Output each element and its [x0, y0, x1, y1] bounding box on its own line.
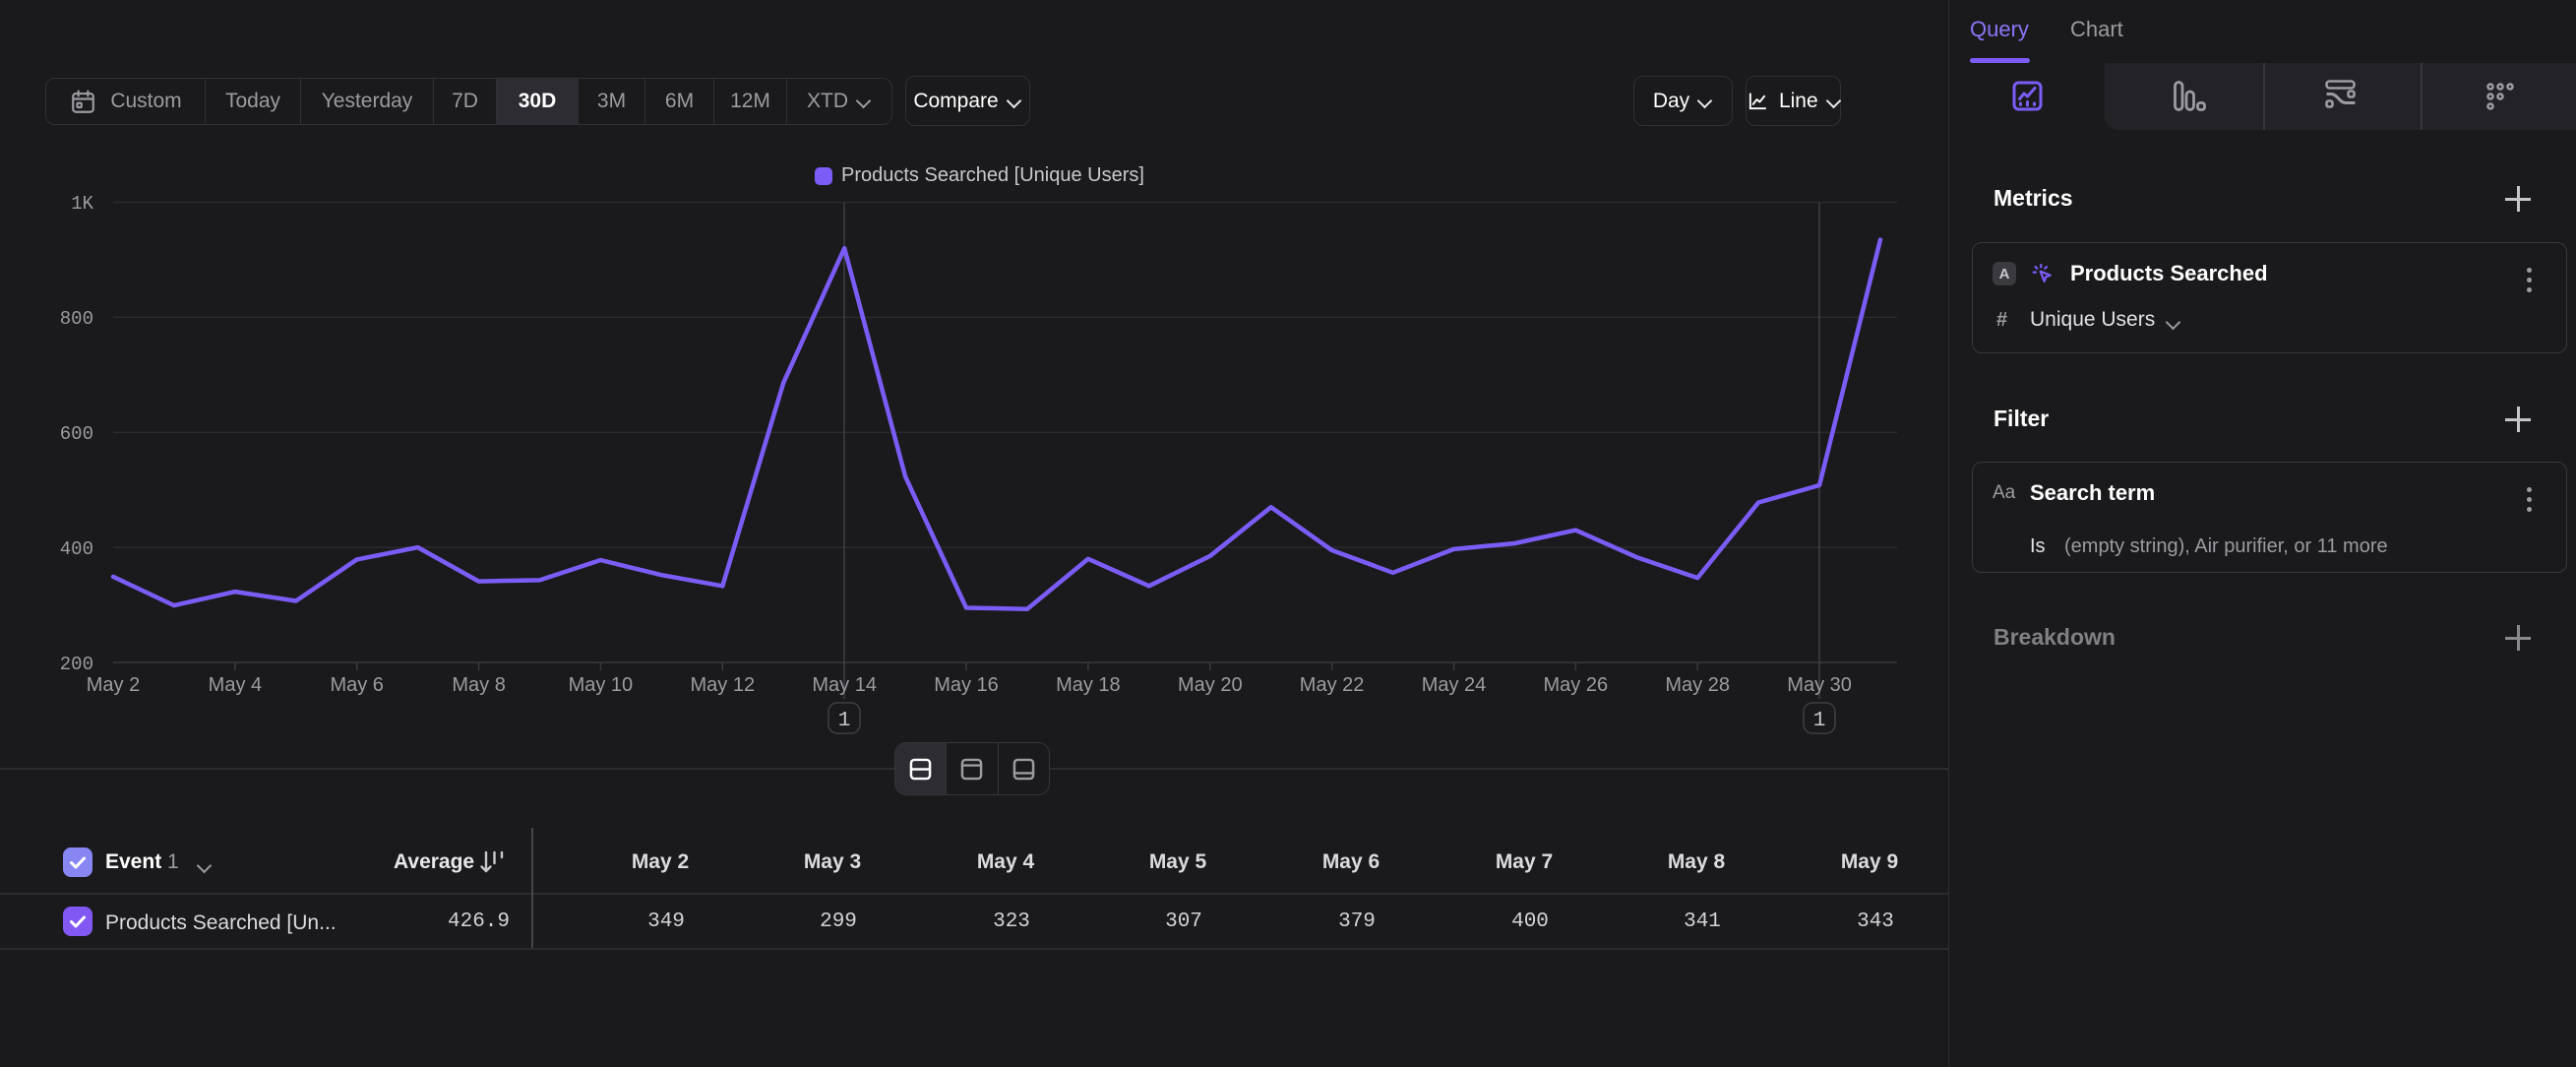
svg-text:1: 1 [838, 710, 851, 732]
svg-text:May 20: May 20 [1178, 674, 1243, 696]
svg-text:May 16: May 16 [934, 674, 999, 696]
svg-text:May 2: May 2 [87, 674, 140, 696]
svg-text:May 30: May 30 [1787, 674, 1852, 696]
svg-text:May 12: May 12 [691, 674, 756, 696]
svg-text:May 26: May 26 [1544, 674, 1609, 696]
svg-text:1: 1 [1813, 710, 1826, 732]
svg-text:May 28: May 28 [1665, 674, 1730, 696]
svg-text:600: 600 [60, 423, 93, 445]
svg-text:May 10: May 10 [569, 674, 634, 696]
svg-text:May 8: May 8 [452, 674, 505, 696]
svg-text:May 4: May 4 [209, 674, 262, 696]
svg-text:May 14: May 14 [812, 674, 877, 696]
svg-text:200: 200 [60, 654, 93, 675]
svg-text:May 18: May 18 [1056, 674, 1121, 696]
svg-text:400: 400 [60, 538, 93, 560]
svg-text:May 24: May 24 [1422, 674, 1487, 696]
svg-text:May 6: May 6 [330, 674, 383, 696]
svg-text:1K: 1K [71, 193, 93, 215]
svg-text:800: 800 [60, 308, 93, 330]
svg-text:May 22: May 22 [1300, 674, 1365, 696]
